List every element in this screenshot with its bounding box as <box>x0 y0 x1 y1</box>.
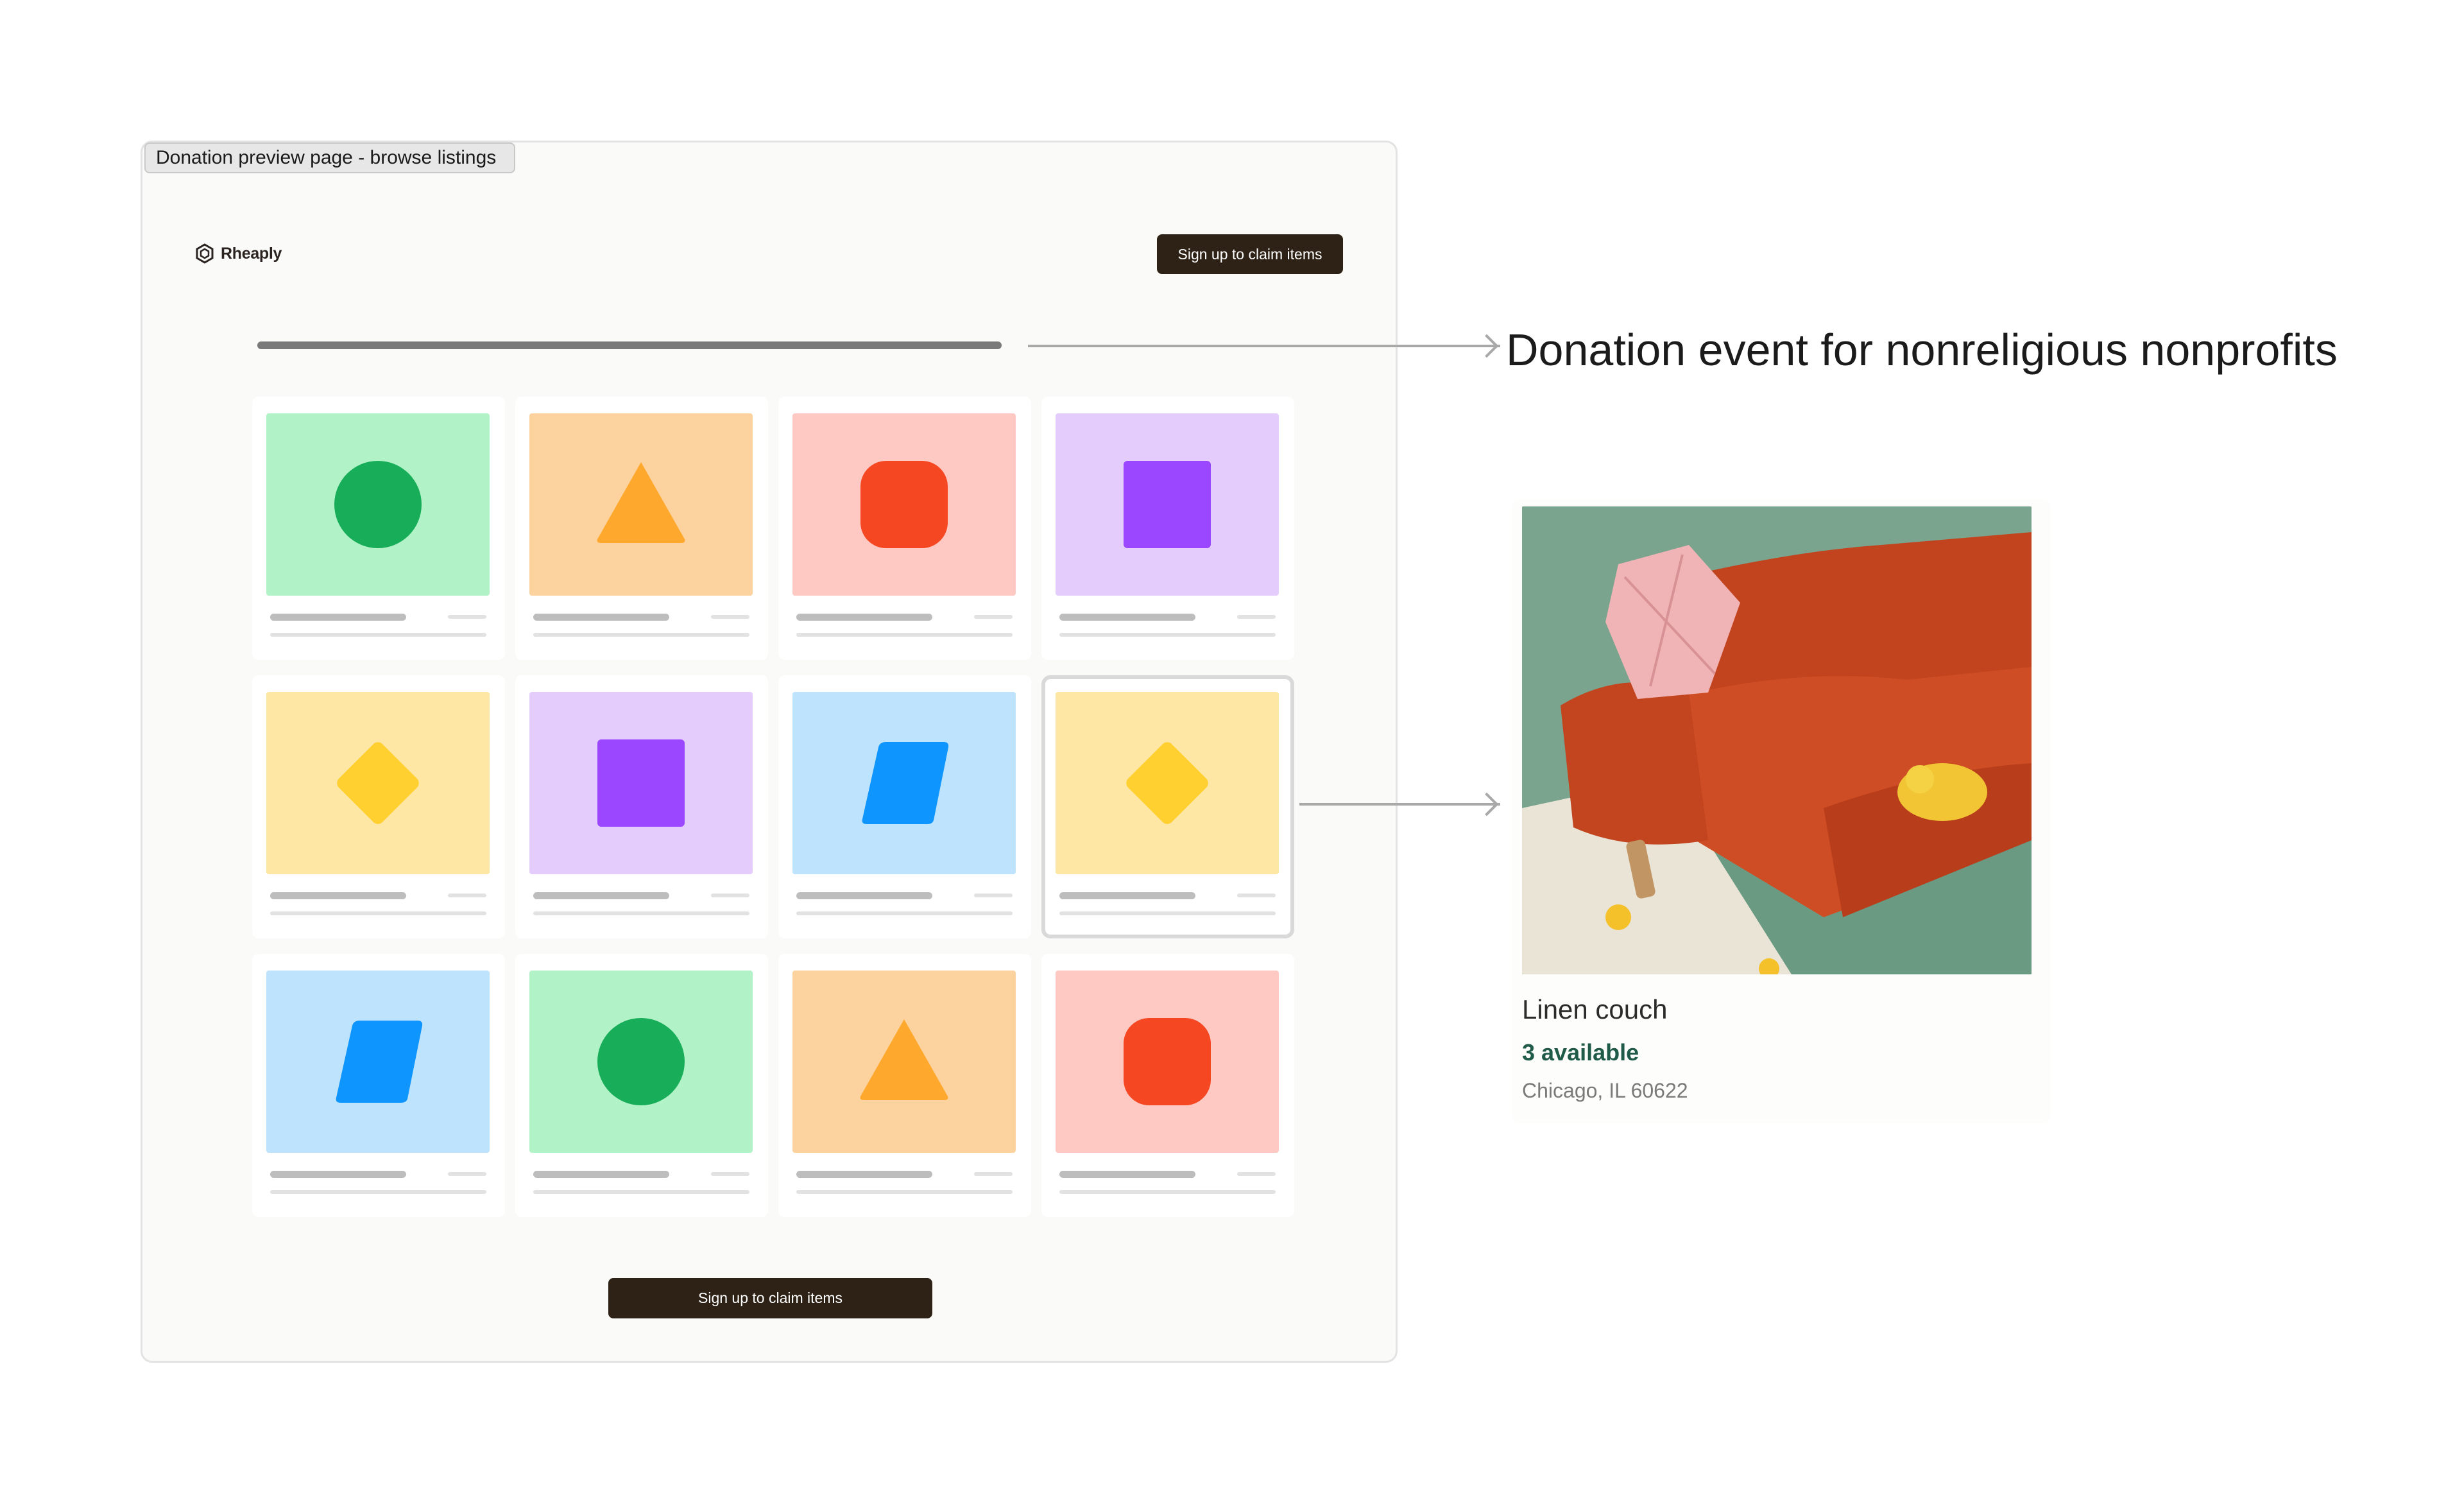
listing-thumbnail <box>1056 971 1279 1153</box>
listing-location: Chicago, IL 60622 <box>1522 1079 1688 1102</box>
listing-card[interactable] <box>252 397 505 660</box>
listing-text-placeholder <box>533 911 749 915</box>
rheaply-logo[interactable]: Rheaply <box>194 242 282 265</box>
parallelogram-icon <box>336 1021 423 1103</box>
listing-text-placeholder <box>796 614 932 621</box>
title-arrow-line <box>1028 345 1500 347</box>
diamond-icon <box>337 742 419 824</box>
listing-text-placeholder <box>711 615 749 619</box>
listing-text-placeholder <box>796 1190 1013 1194</box>
listing-text-placeholder <box>270 892 406 899</box>
listing-thumbnail <box>792 971 1016 1153</box>
listing-text-placeholder <box>270 1190 486 1194</box>
listing-text-placeholder <box>796 892 932 899</box>
event-title-placeholder-bar <box>257 341 1002 349</box>
listing-text-placeholder <box>1059 614 1195 621</box>
listing-text-placeholder <box>533 1190 749 1194</box>
listing-card[interactable] <box>515 954 768 1217</box>
listing-text-placeholder <box>796 911 1013 915</box>
listing-thumbnail <box>529 971 753 1153</box>
listing-text-placeholder <box>270 911 486 915</box>
listing-text-placeholder <box>1237 1172 1276 1176</box>
listing-text-placeholder <box>974 1172 1013 1176</box>
listing-card[interactable] <box>515 397 768 660</box>
listing-thumbnail <box>529 413 753 596</box>
listing-text-placeholder <box>533 614 669 621</box>
listing-text-placeholder <box>796 633 1013 637</box>
signup-button-header[interactable]: Sign up to claim items <box>1157 234 1343 274</box>
listing-text-placeholder <box>796 1171 932 1178</box>
circle-icon <box>334 461 422 548</box>
triangle-icon <box>597 462 685 543</box>
rounded-square-icon <box>860 461 948 548</box>
couch-photo <box>1522 506 2032 974</box>
listing-card[interactable] <box>778 954 1031 1217</box>
listing-card[interactable] <box>778 675 1031 938</box>
listing-thumbnail <box>792 692 1016 874</box>
square-icon <box>597 739 685 827</box>
listing-thumbnail <box>266 413 490 596</box>
listing-text-placeholder <box>1059 1190 1276 1194</box>
listing-thumbnail <box>266 692 490 874</box>
listing-text-placeholder <box>1237 893 1276 897</box>
listing-text-placeholder <box>533 892 669 899</box>
listing-text-placeholder <box>1237 615 1276 619</box>
listing-detail-card[interactable]: Linen couch 3 available Chicago, IL 6062… <box>1512 500 2050 1123</box>
listing-text-placeholder <box>711 1172 749 1176</box>
listing-card[interactable] <box>1041 954 1294 1217</box>
listing-thumbnail <box>1056 692 1279 874</box>
listing-card[interactable] <box>1041 675 1294 938</box>
listing-text-placeholder <box>448 615 486 619</box>
listing-thumbnail <box>1056 413 1279 596</box>
rounded-square-icon <box>1124 1018 1211 1105</box>
listing-text-placeholder <box>974 893 1013 897</box>
listing-card[interactable] <box>252 675 505 938</box>
frame-label: Donation preview page - browse listings <box>144 142 516 173</box>
listing-text-placeholder <box>1059 911 1276 915</box>
listing-text-placeholder <box>533 633 749 637</box>
listing-text-placeholder <box>533 1171 669 1178</box>
listing-card[interactable] <box>1041 397 1294 660</box>
card-arrow-head <box>1475 792 1499 816</box>
listing-thumbnail <box>529 692 753 874</box>
hexagon-logo-icon <box>194 243 216 264</box>
triangle-icon <box>860 1019 948 1100</box>
listing-text-placeholder <box>1059 633 1276 637</box>
logo-text: Rheaply <box>221 244 282 263</box>
card-arrow-line <box>1299 803 1500 806</box>
listing-text-placeholder <box>1059 892 1195 899</box>
listing-text-placeholder <box>711 893 749 897</box>
title-arrow-head <box>1475 334 1499 358</box>
listing-text-placeholder <box>270 1171 406 1178</box>
listing-text-placeholder <box>448 893 486 897</box>
listing-thumbnail <box>266 971 490 1153</box>
listing-text-placeholder <box>974 615 1013 619</box>
parallelogram-icon <box>862 742 949 824</box>
listing-text-placeholder <box>448 1172 486 1176</box>
diamond-icon <box>1126 742 1208 824</box>
listing-card[interactable] <box>515 675 768 938</box>
signup-button-footer[interactable]: Sign up to claim items <box>608 1278 932 1318</box>
circle-icon <box>597 1018 685 1105</box>
listing-thumbnail <box>792 413 1016 596</box>
listing-text-placeholder <box>1059 1171 1195 1178</box>
square-icon <box>1124 461 1211 548</box>
event-title-annotation: Donation event for nonreligious nonprofi… <box>1506 325 2338 375</box>
listing-text-placeholder <box>270 614 406 621</box>
listing-text-placeholder <box>270 633 486 637</box>
listing-name: Linen couch <box>1522 994 1668 1024</box>
listings-grid <box>252 397 1298 1218</box>
listing-card[interactable] <box>252 954 505 1217</box>
listing-card[interactable] <box>778 397 1031 660</box>
listing-availability: 3 available <box>1522 1039 1639 1066</box>
